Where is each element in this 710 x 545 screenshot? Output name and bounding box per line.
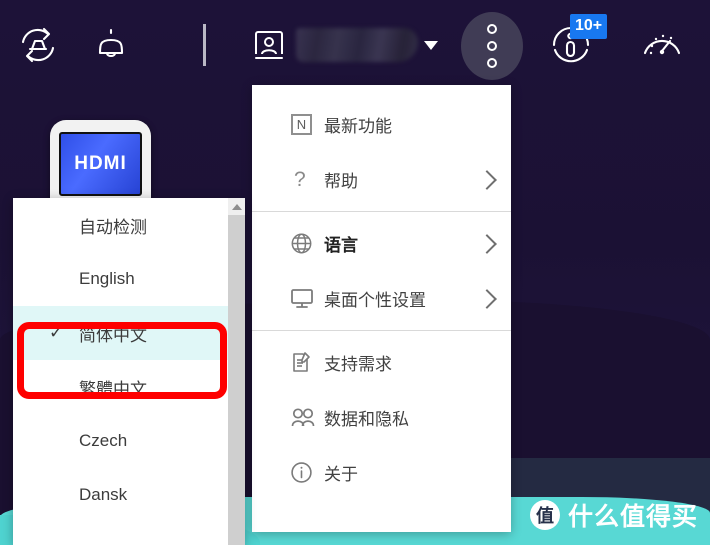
- hdmi-screen: HDMI: [59, 132, 142, 196]
- menu-item-help[interactable]: ? 帮助: [252, 152, 511, 207]
- language-item-english[interactable]: English: [13, 252, 231, 306]
- sync-icon[interactable]: [13, 20, 63, 70]
- language-item-traditional-chinese[interactable]: 繁體中文: [13, 360, 231, 414]
- monitor-icon: [290, 288, 324, 310]
- check-icon: ✓: [49, 323, 64, 342]
- language-submenu: 自动检测 English ✓ 简体中文 繁體中文 Czech Dansk: [13, 198, 245, 545]
- watermark: 值 什么值得买: [529, 497, 698, 533]
- screen-root: HDMI 10+ N 最新功能 ? 帮助 语言 桌面个性设置 支持需求 数据和隐…: [0, 0, 710, 545]
- menu-item-label: 桌面个性设置: [324, 291, 426, 310]
- dot: [487, 24, 497, 34]
- language-item-label: Czech: [79, 431, 128, 450]
- language-scrollbar[interactable]: [228, 198, 245, 545]
- top-toolbar: 10+: [0, 0, 710, 90]
- menu-item-label: 数据和隐私: [324, 410, 409, 429]
- menu-item-label: 最新功能: [324, 117, 392, 136]
- user-card-icon: [248, 22, 290, 69]
- watermark-logo: 值: [529, 500, 560, 530]
- menu-item-whats-new[interactable]: N 最新功能: [252, 97, 511, 152]
- gauge-icon[interactable]: [637, 20, 687, 70]
- language-item-label: 简体中文: [79, 325, 147, 345]
- chevron-right-icon: [477, 288, 497, 309]
- menu-item-label: 关于: [324, 465, 358, 484]
- language-item-dansk[interactable]: Dansk: [13, 468, 231, 522]
- document-edit-icon: [290, 351, 324, 374]
- menu-divider: [252, 330, 511, 331]
- people-icon: [290, 407, 324, 429]
- dot: [487, 41, 497, 51]
- language-item-label: 自动检测: [79, 217, 147, 237]
- language-item-label: 繁體中文: [79, 379, 147, 399]
- account-chip[interactable]: [248, 18, 438, 72]
- menu-item-label: 帮助: [324, 172, 358, 191]
- menu-item-about[interactable]: 关于: [252, 445, 511, 500]
- language-item-label: Dansk: [79, 485, 128, 504]
- main-dropdown-menu: N 最新功能 ? 帮助 语言 桌面个性设置 支持需求 数据和隐私 关于: [252, 85, 511, 532]
- scroll-up-arrow-icon[interactable]: [228, 198, 245, 215]
- question-icon: ?: [294, 167, 306, 191]
- globe-icon: [290, 232, 324, 255]
- menu-item-language[interactable]: 语言: [252, 216, 511, 271]
- menu-item-label: 语言: [324, 236, 358, 255]
- language-list: 自动检测 English ✓ 简体中文 繁體中文 Czech Dansk: [13, 198, 231, 522]
- chevron-right-icon: [477, 233, 497, 254]
- updates-badge: 10+: [570, 14, 608, 39]
- chevron-right-icon: [477, 169, 497, 190]
- bell-icon[interactable]: [86, 20, 136, 70]
- dot: [487, 58, 497, 68]
- n-box-icon: N: [290, 114, 324, 135]
- watermark-text: 什么值得买: [567, 502, 698, 531]
- language-item-simplified-chinese[interactable]: ✓ 简体中文: [13, 306, 231, 360]
- menu-item-data-privacy[interactable]: 数据和隐私: [252, 390, 511, 445]
- username-redacted: [296, 28, 418, 62]
- more-vertical-icon[interactable]: [461, 12, 523, 80]
- info-icon: [290, 461, 324, 484]
- menu-item-support[interactable]: 支持需求: [252, 335, 511, 390]
- language-item-czech[interactable]: Czech: [13, 414, 231, 468]
- toolbar-separator: [203, 24, 206, 66]
- language-item-label: English: [79, 269, 135, 288]
- menu-item-desktop-settings[interactable]: 桌面个性设置: [252, 271, 511, 326]
- menu-divider: [252, 211, 511, 212]
- language-item-auto[interactable]: 自动检测: [13, 198, 231, 252]
- menu-item-label: 支持需求: [324, 355, 392, 374]
- chevron-down-icon[interactable]: [424, 40, 438, 50]
- hdmi-label: HDMI: [74, 153, 127, 174]
